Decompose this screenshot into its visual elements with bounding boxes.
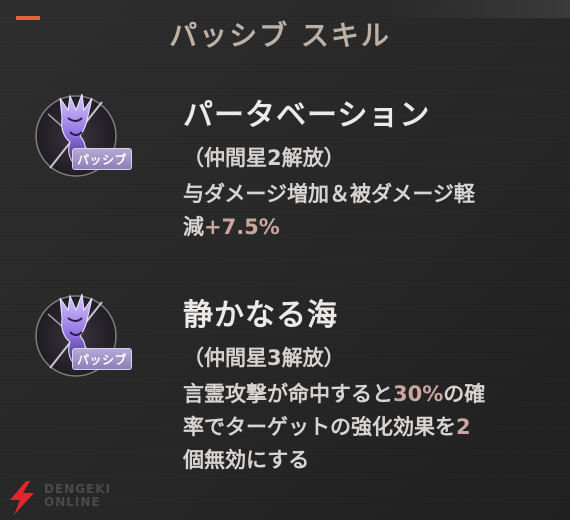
highlight-value: +7.5% — [204, 215, 280, 239]
passive-skill-panel: パッシブ スキル パッシブ パータベーション （仲間星2解放） 与ダメージ増加＆… — [0, 0, 570, 520]
unlock-condition: （仲間星2解放） — [183, 146, 345, 170]
skill-name: 静かなる海 — [183, 298, 338, 333]
unlock-condition: （仲間星3解放） — [183, 346, 345, 370]
desc-line: 与ダメージ増加＆被ダメージ軽 — [183, 182, 475, 206]
skill-description: 言霊攻撃が命中すると30%の確 率でターゲットの強化効果を2 個無効にする — [183, 378, 553, 477]
desc-text: の確 — [443, 382, 486, 406]
desc-text: 率でターゲットの強化効果を — [183, 415, 456, 439]
highlight-value: 30% — [393, 382, 444, 406]
skill-icon-1: パッシブ — [30, 88, 140, 188]
desc-text: 減 — [183, 215, 204, 239]
desc-line: 言霊攻撃が命中すると30%の確 — [183, 378, 553, 411]
desc-text: 言霊攻撃が命中すると — [183, 382, 393, 406]
watermark-logo: DENGEKI ONLINE — [4, 478, 144, 518]
red-lightning-bolt-logo-icon — [10, 481, 34, 515]
purple-tentacle-emblem-icon — [35, 293, 117, 377]
highlight-value: 2 — [456, 415, 471, 439]
desc-line: 減+7.5% — [183, 211, 553, 244]
passive-badge: パッシブ — [72, 148, 132, 170]
purple-tentacle-emblem-icon — [35, 93, 117, 177]
desc-line: 率でターゲットの強化効果を2 — [183, 411, 553, 444]
logo-text: DENGEKI ONLINE — [44, 483, 111, 509]
skill-name: パータベーション — [183, 98, 431, 133]
skill-icon-2: パッシブ — [30, 288, 140, 388]
passive-badge: パッシブ — [72, 348, 132, 370]
logo-line-2: ONLINE — [44, 495, 101, 509]
desc-line: 個無効にする — [183, 448, 310, 472]
panel-title: パッシブ スキル — [169, 19, 391, 52]
skill-description: 与ダメージ増加＆被ダメージ軽 減+7.5% — [183, 178, 553, 244]
